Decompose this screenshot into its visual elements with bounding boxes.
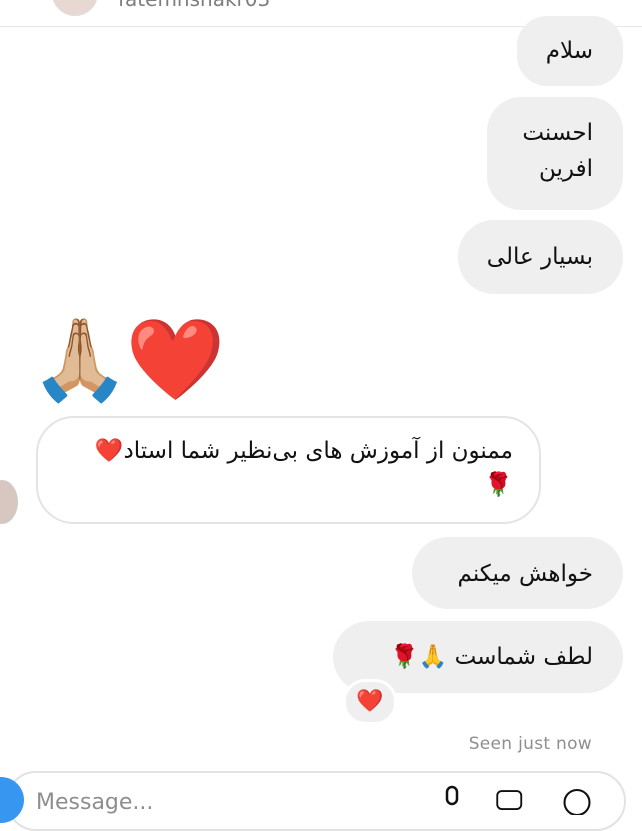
heart-reaction-badge[interactable]: ❤️ bbox=[343, 679, 397, 725]
header-username[interactable]: fatemnshakr03 bbox=[118, 0, 270, 10]
sticker-icon[interactable] bbox=[562, 785, 592, 815]
message-text: بسیار عالی bbox=[486, 244, 593, 270]
message-text-line: ممنون از آموزش های بی‌نظیر شما استاد❤️ bbox=[94, 438, 513, 464]
microphone-icon[interactable] bbox=[437, 785, 467, 815]
emoji-message[interactable]: 🙏🏼❤️ bbox=[30, 312, 225, 408]
message-text: خواهش میکنم bbox=[457, 561, 593, 587]
message-input-placeholder[interactable]: Message... bbox=[36, 790, 153, 815]
incoming-message-bubble[interactable]: ممنون از آموزش های بی‌نظیر شما استاد❤️ 🌹 bbox=[36, 416, 541, 524]
message-text-line: 🌹 bbox=[484, 472, 513, 498]
message-text: لطف شماست 🙏🌹 bbox=[389, 644, 593, 670]
outgoing-message-bubble[interactable]: احسنت افرین bbox=[487, 97, 623, 210]
message-text: سلام bbox=[545, 38, 593, 64]
sender-avatar[interactable] bbox=[0, 480, 18, 524]
message-text-line: احسنت bbox=[522, 120, 593, 146]
message-text-line: افرین bbox=[539, 156, 593, 182]
outgoing-message-bubble[interactable]: خواهش میکنم bbox=[412, 537, 623, 609]
outgoing-message-bubble[interactable]: بسیار عالی bbox=[458, 220, 623, 294]
outgoing-message-bubble[interactable]: سلام bbox=[517, 16, 623, 86]
header-avatar[interactable] bbox=[52, 0, 98, 16]
seen-status: Seen just now bbox=[468, 734, 592, 754]
gallery-icon[interactable] bbox=[495, 785, 525, 815]
